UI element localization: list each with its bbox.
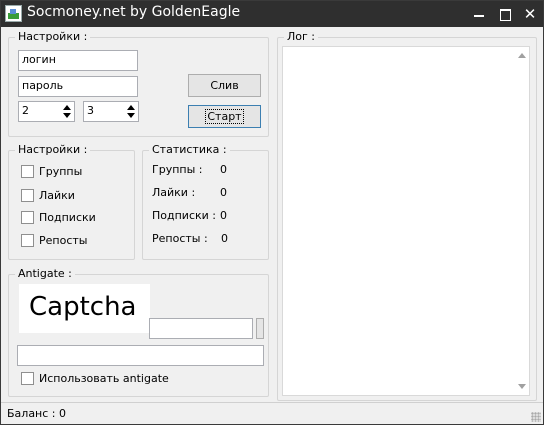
log-group-legend: Лог :: [284, 30, 318, 43]
groups-checkbox[interactable]: [21, 165, 34, 178]
spin-input-1[interactable]: 2: [18, 101, 75, 122]
likes-checkbox-label[interactable]: Лайки: [39, 189, 75, 202]
window-title: Socmoney.net by GoldenEagle: [27, 4, 241, 20]
captcha-text: Captcha: [29, 292, 137, 322]
stat-groups-value: 0: [220, 163, 227, 176]
stat-subscriptions-label: Подписки :: [152, 209, 216, 222]
close-button[interactable]: ✕: [518, 1, 542, 27]
scroll-up-icon[interactable]: [518, 53, 526, 58]
spin-input-2-value: 3: [87, 104, 94, 117]
stat-reposts-label: Репосты :: [152, 232, 208, 245]
status-bar: Баланс : 0: [1, 402, 543, 424]
subscriptions-checkbox[interactable]: [21, 211, 34, 224]
options-group-legend: Настройки :: [15, 143, 91, 156]
use-antigate-label[interactable]: Использовать antigate: [39, 372, 169, 385]
groups-checkbox-label[interactable]: Группы: [39, 165, 82, 178]
spin-1-arrows-icon[interactable]: [62, 104, 72, 120]
resize-grip-icon[interactable]: [531, 412, 541, 422]
main-window: Socmoney.net by GoldenEagle ✕ Настройки …: [0, 0, 544, 425]
antigate-group: Antigate : Captcha Использовать antigate: [8, 267, 269, 397]
stat-subscriptions-value: 0: [220, 209, 227, 222]
login-input[interactable]: логин: [18, 50, 138, 71]
stats-group-legend: Статистика :: [149, 143, 230, 156]
spin-2-arrows-icon[interactable]: [126, 104, 136, 120]
password-input[interactable]: пароль: [18, 76, 138, 97]
likes-checkbox[interactable]: [21, 189, 34, 202]
stat-groups-label: Группы :: [152, 163, 203, 176]
stat-likes-label: Лайки :: [152, 186, 196, 199]
scroll-down-icon[interactable]: [518, 384, 526, 389]
stats-group: Статистика : Группы : 0 Лайки : 0 Подпис…: [142, 143, 269, 260]
antigate-group-legend: Antigate :: [15, 267, 75, 280]
options-group: Настройки : Группы Лайки Подписки Репост…: [8, 143, 135, 260]
log-group: Лог :: [277, 30, 537, 401]
log-textarea[interactable]: [282, 46, 530, 396]
balance-label: Баланс : 0: [7, 407, 66, 420]
minimize-button[interactable]: [467, 1, 491, 27]
settings-group-legend: Настройки :: [15, 30, 91, 43]
stat-reposts-value: 0: [221, 232, 228, 245]
sliv-button-label: Слив: [210, 79, 239, 92]
stat-likes-value: 0: [220, 186, 227, 199]
settings-group: Настройки : логин пароль 2 3 Слив Старт: [8, 30, 269, 137]
start-button[interactable]: Старт: [188, 105, 261, 128]
spin-input-1-value: 2: [22, 104, 29, 117]
captcha-input[interactable]: [149, 318, 253, 339]
captcha-image: Captcha: [19, 284, 150, 333]
reposts-checkbox[interactable]: [21, 234, 34, 247]
title-bar[interactable]: Socmoney.net by GoldenEagle ✕: [1, 1, 543, 27]
reposts-checkbox-label[interactable]: Репосты: [39, 234, 87, 247]
sliv-button[interactable]: Слив: [188, 74, 261, 97]
captcha-submit-button[interactable]: [256, 318, 264, 339]
spin-input-2[interactable]: 3: [83, 101, 139, 122]
antigate-key-input[interactable]: [17, 345, 264, 366]
use-antigate-checkbox[interactable]: [21, 372, 34, 385]
subscriptions-checkbox-label[interactable]: Подписки: [39, 211, 96, 224]
maximize-button[interactable]: [493, 1, 517, 27]
start-button-label: Старт: [205, 109, 244, 124]
app-icon: [5, 5, 22, 22]
